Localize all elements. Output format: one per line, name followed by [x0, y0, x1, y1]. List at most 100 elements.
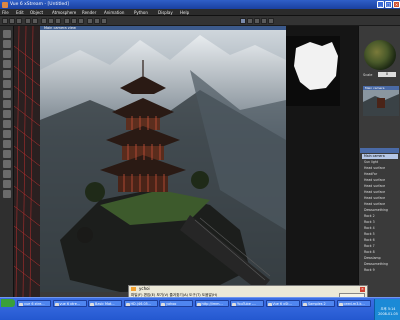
menu-animation[interactable]: Animation	[104, 9, 124, 16]
torus-tool-icon[interactable]	[3, 160, 11, 168]
menu-atmosphere[interactable]: Atmosphere	[52, 9, 76, 16]
taskbar-task[interactable]: Basic Mat...	[88, 300, 122, 307]
menu-bar: File Edit Object Atmosphere Render Anima…	[0, 9, 400, 16]
open-icon[interactable]	[9, 18, 15, 24]
plant-tool-icon[interactable]	[3, 70, 11, 78]
start-button[interactable]	[1, 299, 15, 307]
atmosphere-icon[interactable]	[87, 18, 93, 24]
app-icon	[2, 1, 8, 8]
top-view-minimap[interactable]	[286, 36, 340, 106]
terrain-tool-icon[interactable]	[3, 50, 11, 58]
material-preview-sphere[interactable]	[364, 40, 396, 70]
redo-icon[interactable]	[32, 18, 38, 24]
cloud-tool-icon[interactable]	[3, 180, 11, 188]
layer-item[interactable]: Main camera	[362, 154, 398, 159]
menu-edit[interactable]: Edit	[16, 9, 24, 16]
clock-date: 2008-01-05	[378, 312, 398, 316]
main-camera-viewport[interactable]	[40, 30, 286, 292]
layer-item[interactable]: Head surface	[362, 202, 398, 207]
layer-item[interactable]: Rock 9	[362, 268, 398, 273]
taskbar-task[interactable]: Vue 6 xSt...	[265, 300, 300, 307]
undo-icon[interactable]	[25, 18, 31, 24]
menu-help[interactable]: Help	[180, 9, 189, 16]
view-quad-icon[interactable]	[247, 18, 253, 24]
task-label: Vue 6 xSt...	[272, 302, 292, 306]
task-label: Samples 2	[308, 302, 326, 306]
layer-item[interactable]: Rock 5	[362, 232, 398, 237]
menu-display[interactable]: Display	[158, 9, 173, 16]
taskbar-task[interactable]: vue 6 xtre...	[52, 300, 87, 307]
cube-tool-icon[interactable]	[3, 130, 11, 138]
scale-icon[interactable]	[78, 18, 84, 24]
layer-item[interactable]: Rock 2	[362, 214, 398, 219]
group-tool-icon[interactable]	[3, 190, 11, 198]
task-label: vue 6 xtre...	[24, 302, 45, 306]
rotate-icon[interactable]	[71, 18, 77, 24]
zoom-icon[interactable]	[261, 18, 267, 24]
taskbar-task[interactable]: Samples 2	[301, 300, 335, 307]
taskbar-task[interactable]: YouTube -...	[230, 300, 264, 307]
camera-icon[interactable]	[254, 18, 260, 24]
task-label: ceed-m3.k...	[343, 302, 365, 306]
layers-header	[360, 148, 399, 153]
object-tool-icon[interactable]	[3, 100, 11, 108]
render-icon[interactable]	[94, 18, 100, 24]
layer-item[interactable]: Dewsomething	[362, 262, 398, 267]
light-tool-icon[interactable]	[3, 90, 11, 98]
menu-render[interactable]: Render	[82, 9, 96, 16]
text-tool-icon[interactable]	[3, 40, 11, 48]
title-bar: Vue 6 xStream - [Untitled]	[0, 0, 400, 9]
task-label: yahoo	[166, 302, 177, 306]
water-tool-icon[interactable]	[3, 60, 11, 68]
cylinder-tool-icon[interactable]	[3, 140, 11, 148]
layer-item[interactable]: Dewsomething	[362, 208, 398, 213]
scale-field[interactable]: 0	[378, 72, 396, 77]
brush-tool-icon[interactable]	[3, 110, 11, 118]
layer-item[interactable]: Dewslamp	[362, 256, 398, 261]
paste-icon[interactable]	[55, 18, 61, 24]
layer-item[interactable]: Sun light	[362, 160, 398, 165]
task-app-icon	[196, 302, 201, 306]
taskbar-task[interactable]: HD.(46.05...	[123, 300, 158, 307]
move-icon[interactable]	[64, 18, 70, 24]
layer-item[interactable]: Head surface	[362, 190, 398, 195]
copy-icon[interactable]	[48, 18, 54, 24]
taskbar-task[interactable]: ceed-m3.k...	[336, 300, 371, 307]
layer-item[interactable]: Head surface	[362, 166, 398, 171]
taskbar-task[interactable]: vue 6 xtre...	[17, 300, 51, 307]
task-app-icon	[90, 302, 94, 306]
menu-file[interactable]: File	[2, 9, 9, 16]
layer-item[interactable]: Rock 3	[362, 220, 398, 225]
taskbar-task[interactable]: yahoo	[159, 300, 193, 307]
task-app-icon	[338, 302, 343, 306]
view-single-icon[interactable]	[240, 18, 246, 24]
maximize-button[interactable]: □	[385, 1, 392, 8]
layer-item[interactable]: Head surface	[362, 178, 398, 183]
layer-item[interactable]: HeadFar	[362, 172, 398, 177]
layer-item[interactable]: Head surface	[362, 196, 398, 201]
layer-item[interactable]: Head surface	[362, 184, 398, 189]
new-icon[interactable]	[2, 18, 8, 24]
task-app-icon	[232, 302, 236, 306]
save-icon[interactable]	[16, 18, 22, 24]
ime-close-button[interactable]: ×	[360, 286, 365, 292]
menu-object[interactable]: Object	[30, 9, 43, 16]
camera-preview-thumbnail[interactable]	[363, 90, 399, 116]
menu-python[interactable]: Python	[134, 9, 148, 16]
close-button[interactable]: ×	[393, 1, 400, 8]
layer-item[interactable]: Rock 6	[362, 238, 398, 243]
layer-item[interactable]: Rock 8	[362, 250, 398, 255]
sphere-tool-icon[interactable]	[3, 120, 11, 128]
minimize-button[interactable]: _	[377, 1, 384, 8]
cut-icon[interactable]	[41, 18, 47, 24]
camera-thumb-image	[363, 90, 399, 116]
plane-tool-icon[interactable]	[3, 170, 11, 178]
select-tool-icon[interactable]	[3, 30, 11, 38]
layer-item[interactable]: Rock 7	[362, 244, 398, 249]
pan-icon[interactable]	[268, 18, 274, 24]
rock-tool-icon[interactable]	[3, 80, 11, 88]
taskbar-task[interactable]: http://imm...	[194, 300, 229, 307]
cone-tool-icon[interactable]	[3, 150, 11, 158]
preview-icon[interactable]	[101, 18, 107, 24]
layer-item[interactable]: Rock 4	[362, 226, 398, 231]
